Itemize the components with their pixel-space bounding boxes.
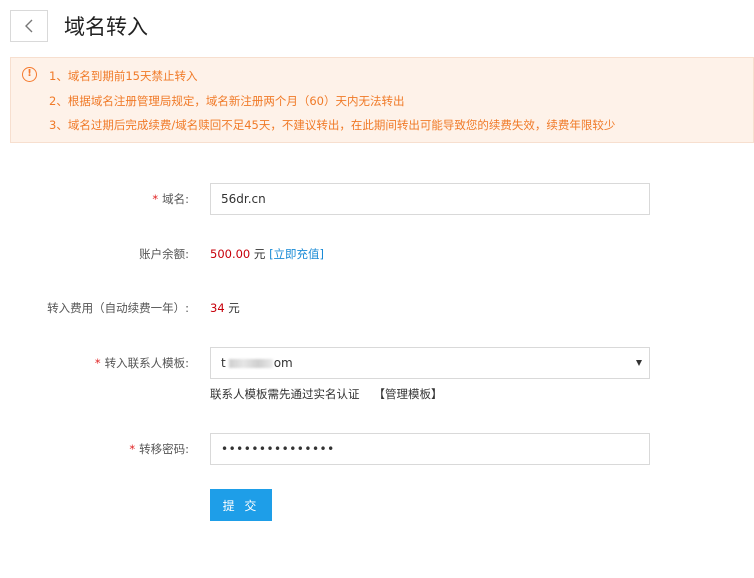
balance-amount: 500.00: [210, 247, 251, 261]
submit-button[interactable]: 提 交: [210, 489, 272, 521]
contact-template-label-text: 转入联系人模板:: [104, 356, 189, 370]
required-mark: *: [94, 356, 101, 370]
exclamation-circle-icon: !: [22, 67, 37, 82]
template-hint: 联系人模板需先通过实名认证 【管理模板】: [210, 386, 443, 402]
template-value-prefix: t: [221, 356, 226, 370]
transfer-code-value: •••••••••••••••: [221, 442, 335, 456]
transfer-code-label: * 转移密码:: [129, 441, 189, 457]
required-mark: *: [152, 192, 159, 206]
transfer-code-input[interactable]: •••••••••••••••: [210, 433, 650, 465]
notice-line: 1、域名到期前15天禁止转入: [49, 69, 198, 83]
fee-label: 转入费用（自动续费一年）:: [47, 301, 189, 315]
domain-label-text: 域名:: [162, 192, 189, 206]
balance-label: 账户余额:: [139, 247, 189, 261]
fee-amount: 34: [210, 301, 225, 315]
balance-unit: 元: [253, 247, 266, 261]
chevron-left-icon: [25, 19, 33, 33]
template-hint-text: 联系人模板需先通过实名认证: [210, 387, 360, 401]
redacted-text: [228, 359, 273, 368]
transfer-code-label-text: 转移密码:: [139, 442, 189, 456]
notice-line: 3、域名过期后完成续费/域名赎回不足45天，不建议转出，在此期间转出可能导致您的…: [49, 118, 616, 132]
balance-value: 500.00 元 [立即充值]: [210, 246, 324, 262]
domain-value: 56dr.cn: [221, 192, 266, 206]
domain-input[interactable]: 56dr.cn: [210, 183, 650, 215]
required-mark: *: [129, 442, 136, 456]
domain-label: * 域名:: [152, 191, 189, 207]
contact-template-label: * 转入联系人模板:: [95, 355, 189, 371]
fee-value: 34 元: [210, 300, 240, 316]
notice-box: ! 1、域名到期前15天禁止转入 2、根据域名注册管理局规定，域名新注册两个月（…: [10, 57, 754, 143]
contact-template-select[interactable]: t om: [210, 347, 650, 379]
fee-unit: 元: [228, 301, 240, 315]
template-value-suffix: om: [273, 356, 293, 370]
caret-down-icon: [636, 360, 642, 366]
notice-line: 2、根据域名注册管理局规定，域名新注册两个月（60）天内无法转出: [49, 94, 405, 108]
page-title: 域名转入: [64, 15, 148, 39]
manage-template-link[interactable]: 【管理模板】: [374, 387, 443, 401]
recharge-link[interactable]: [立即充值]: [269, 247, 324, 261]
back-button[interactable]: [10, 10, 48, 42]
